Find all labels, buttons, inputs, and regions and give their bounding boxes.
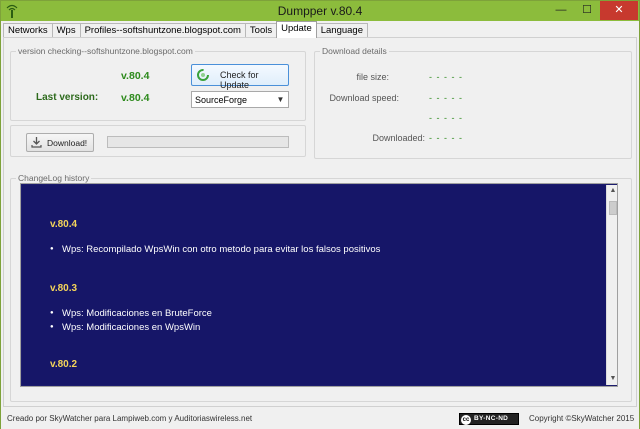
download-icon [31,137,42,148]
version-checking-group: version checking--softshuntzone.blogspot… [10,46,306,121]
tab-tools[interactable]: Tools [244,23,278,38]
details-group-label: Download details [320,46,389,56]
download-label: Download! [47,138,88,148]
source-select-value: SourceForge [195,95,248,105]
download-speed-label: Download speed: [329,93,399,103]
changelog-item: Wps: Modificaciones en WpsWin [50,322,200,333]
tab-update[interactable]: Update [276,21,317,38]
last-version-label: Last version: [36,92,99,103]
download-speed-value: - - - - - [429,93,463,103]
changelog-content: v.80.4 Wps: Recompilado WpsWin con otro … [22,185,606,385]
chevron-down-icon: ▼ [276,95,285,104]
changelog-viewer[interactable]: v.80.4 Wps: Recompilado WpsWin con otro … [20,183,618,387]
tab-bar: Networks Wps Profiles--softshuntzone.blo… [3,21,369,38]
download-details-group: Download details file size: - - - - - Do… [314,46,632,159]
changelog-version: v.80.4 [50,219,78,230]
changelog-version: v.80.3 [50,283,78,294]
license-text: BY-NC-ND [474,415,509,422]
file-size-value: - - - - - [429,72,463,82]
changelog-scrollbar[interactable]: ▲ ▼ [606,185,617,385]
changelog-group-label: ChangeLog history [16,173,92,183]
creative-commons-badge[interactable]: cc BY-NC-ND [459,413,519,425]
minimize-button[interactable]: — [548,1,574,20]
app-window: Dumpper v.80.4 — ☐ ✕ Networks Wps Profil… [0,0,640,429]
current-version: v.80.4 [121,70,150,82]
changelog-item: Wps: Recompilado WpsWin con otro metodo … [50,244,380,255]
last-version-value: v.80.4 [121,92,150,104]
copyright-text: Copyright ©SkyWatcher 2015 [529,414,635,423]
check-for-update-label: Check for Update [220,70,259,90]
tab-language[interactable]: Language [315,23,369,38]
refresh-icon [197,69,209,81]
window-title: Dumpper v.80.4 [277,4,363,18]
extra-detail-value: - - - - - [429,113,463,123]
scroll-up-icon[interactable]: ▲ [607,185,617,197]
scroll-down-icon[interactable]: ▼ [607,373,617,385]
tab-wps[interactable]: Wps [51,23,81,38]
downloaded-label: Downloaded: [372,133,425,143]
cc-logo-icon: cc [461,415,471,425]
check-for-update-button[interactable]: Check for Update [191,64,289,90]
credits-text: Creado por SkyWatcher para Lampiweb.com … [7,414,253,423]
scroll-thumb[interactable] [609,201,617,215]
close-button[interactable]: ✕ [600,1,638,20]
maximize-button[interactable]: ☐ [574,1,600,20]
file-size-label: file size: [356,72,389,82]
changelog-item: Wps: Modificaciones en BruteForce [50,308,212,319]
tab-networks[interactable]: Networks [3,23,53,38]
version-group-label: version checking--softshuntzone.blogspot… [16,46,195,56]
download-group: Download! [10,125,306,157]
tab-profiles[interactable]: Profiles--softshuntzone.blogspot.com [79,23,246,38]
status-footer: Creado por SkyWatcher para Lampiweb.com … [1,409,639,429]
update-panel: version checking--softshuntzone.blogspot… [3,37,637,407]
download-button[interactable]: Download! [26,133,94,152]
source-select[interactable]: SourceForge ▼ [191,91,289,108]
title-bar[interactable]: Dumpper v.80.4 — ☐ ✕ [1,1,639,21]
changelog-version: v.80.2 [50,359,78,370]
download-progress-bar [107,136,289,148]
downloaded-value: - - - - - [429,133,463,143]
